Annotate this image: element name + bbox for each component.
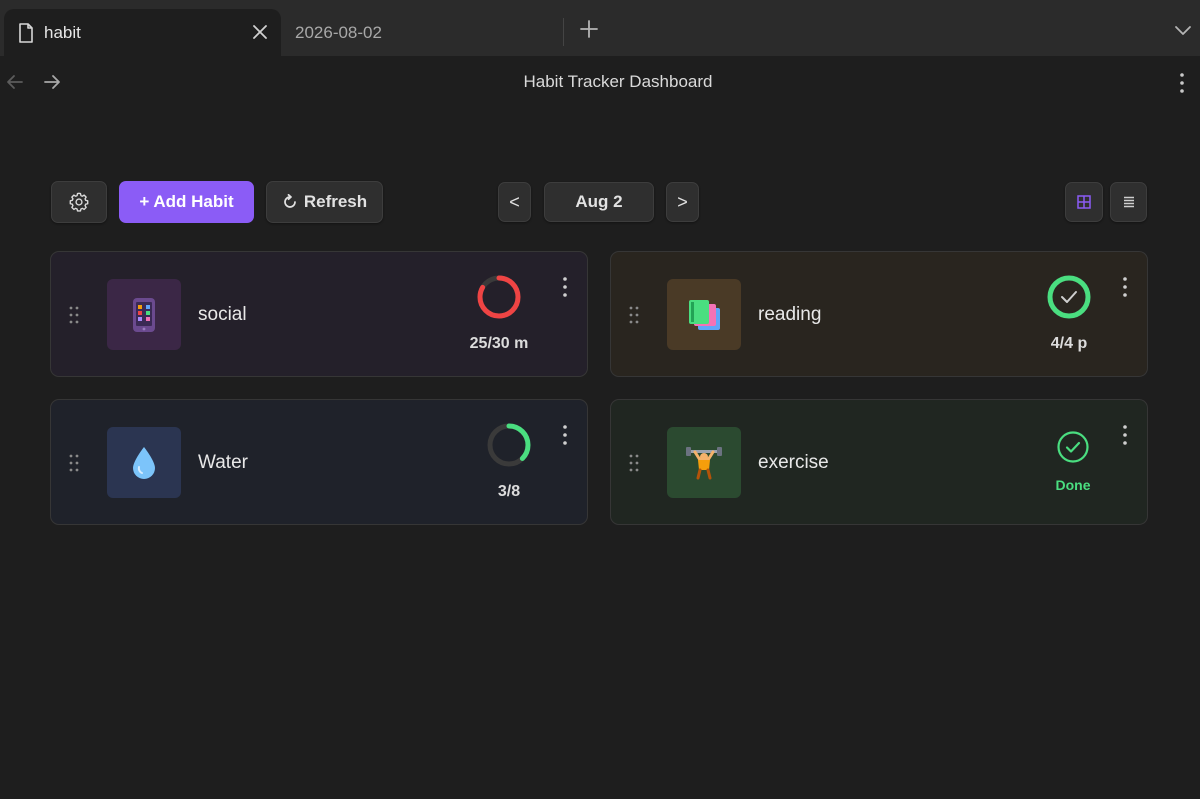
tab-2026-08-02[interactable]: 2026-08-02	[281, 9, 563, 56]
habit-icon-box	[667, 427, 741, 498]
more-vertical-icon[interactable]	[1117, 274, 1133, 300]
books-icon	[689, 299, 720, 330]
refresh-label: Refresh	[303, 192, 368, 211]
mobile-phone-icon	[133, 297, 155, 332]
current-date-button[interactable]: Aug 2	[544, 182, 654, 222]
gear-icon	[69, 192, 89, 212]
habit-card-exercise[interactable]: exercise Done	[610, 399, 1148, 525]
grid-icon	[1077, 195, 1091, 209]
progress-ring	[1047, 275, 1091, 319]
next-day-button[interactable]: >	[666, 182, 699, 222]
tab-habit[interactable]: habit	[4, 9, 281, 56]
weightlifter-icon	[686, 446, 722, 479]
progress-ring	[477, 275, 521, 319]
progress-ring	[487, 423, 531, 467]
tab-divider	[563, 18, 564, 46]
habit-icon-box	[667, 279, 741, 350]
more-vertical-icon[interactable]	[1117, 422, 1133, 448]
drag-handle-icon[interactable]	[67, 304, 81, 326]
habit-name: Water	[198, 452, 248, 473]
document-icon	[19, 22, 33, 43]
add-habit-button[interactable]: + Add Habit	[119, 181, 254, 223]
more-vertical-icon[interactable]	[557, 422, 573, 448]
refresh-icon	[284, 194, 296, 208]
progress-text: 4/4 p	[1050, 335, 1088, 352]
list-view-button[interactable]	[1110, 182, 1147, 222]
progress-text: 3/8	[497, 483, 521, 500]
drag-handle-icon[interactable]	[627, 304, 641, 326]
grid-view-button[interactable]	[1065, 182, 1103, 222]
habit-name: reading	[758, 304, 822, 325]
more-vertical-icon[interactable]	[557, 274, 573, 300]
habit-card-reading[interactable]: reading 4/4 p	[610, 251, 1148, 377]
previous-day-button[interactable]: <	[498, 182, 531, 222]
page-title: Habit Tracker Dashboard	[523, 72, 713, 91]
close-icon[interactable]	[249, 21, 271, 43]
habit-card-social[interactable]: social 25/30 m	[50, 251, 588, 377]
check-icon	[1061, 291, 1077, 303]
habit-icon-box	[107, 279, 181, 350]
habit-card-water[interactable]: Water 3/8	[50, 399, 588, 525]
drag-handle-icon[interactable]	[67, 452, 81, 474]
plus-icon[interactable]	[577, 17, 601, 41]
habit-name: social	[198, 304, 247, 325]
check-circle-icon	[1057, 431, 1089, 463]
tab-label: habit	[44, 22, 81, 42]
habit-icon-box	[107, 427, 181, 498]
habit-name: exercise	[758, 452, 829, 473]
refresh-button[interactable]: Refresh	[266, 181, 383, 223]
settings-button[interactable]	[51, 181, 107, 223]
tab-label: 2026-08-02	[295, 22, 382, 42]
chevron-down-icon[interactable]	[1172, 19, 1194, 41]
progress-text: 25/30 m	[469, 335, 529, 352]
droplet-icon	[133, 446, 155, 479]
drag-handle-icon[interactable]	[627, 452, 641, 474]
list-icon	[1123, 196, 1134, 208]
more-vertical-icon[interactable]	[1173, 70, 1191, 96]
status-done: Done	[1055, 477, 1091, 493]
tab-bar: habit 2026-08-02	[0, 0, 1200, 56]
